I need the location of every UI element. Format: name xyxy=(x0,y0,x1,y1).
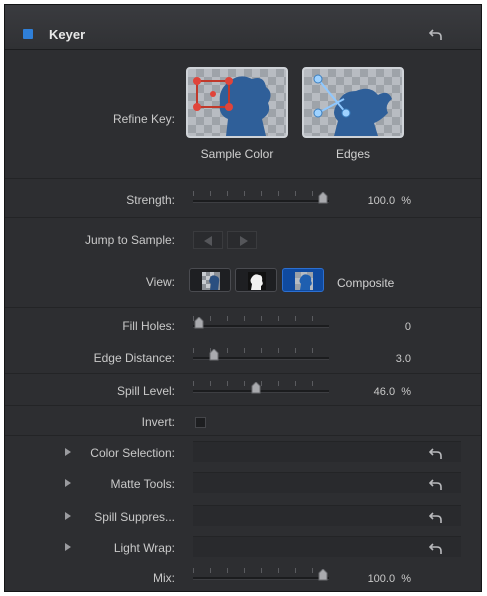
color-selection-disclosure-icon[interactable] xyxy=(65,448,71,456)
keyer-title: Keyer xyxy=(49,27,86,42)
reset-icon[interactable] xyxy=(429,477,443,491)
spill-suppression-disclosure-icon[interactable] xyxy=(65,512,71,520)
strength-slider[interactable] xyxy=(193,191,329,205)
sample-color-caption: Sample Color xyxy=(200,147,274,161)
invert-checkbox[interactable] xyxy=(195,417,206,428)
spill-level-label: Spill Level: xyxy=(116,384,175,398)
refine-key-label: Refine Key: xyxy=(112,112,175,126)
source-view-icon xyxy=(202,272,220,290)
keyer-inspector-panel: Keyer Refine Key: Sample Color Edges Str… xyxy=(4,4,482,592)
spill-suppression-row-fill xyxy=(193,505,461,526)
slider-knob[interactable] xyxy=(251,382,261,394)
slider-ticks xyxy=(193,381,329,386)
slider-track xyxy=(193,390,329,393)
slider-track xyxy=(193,200,329,203)
keyer-enable-checkbox[interactable] xyxy=(23,29,33,39)
edges-caption: Edges xyxy=(335,147,371,161)
composite-view-icon xyxy=(295,272,313,290)
matte-view-icon xyxy=(248,272,266,290)
spill-suppression-label: Spill Suppres... xyxy=(94,510,175,524)
slider-ticks xyxy=(193,191,329,196)
triangle-left-icon xyxy=(204,236,212,246)
spill-level-value[interactable]: 46.0 % xyxy=(374,386,411,398)
jump-to-sample-label: Jump to Sample: xyxy=(84,233,175,247)
slider-knob[interactable] xyxy=(318,192,328,204)
fill-holes-label: Fill Holes: xyxy=(122,319,175,333)
slider-knob[interactable] xyxy=(209,349,219,361)
view-label: View: xyxy=(145,275,175,289)
mix-label: Mix: xyxy=(153,571,175,585)
color-selection-label: Color Selection: xyxy=(90,446,175,460)
strength-label: Strength: xyxy=(126,193,175,207)
divider xyxy=(5,373,481,374)
slider-knob[interactable] xyxy=(194,317,204,329)
strength-value[interactable]: 100.0 % xyxy=(368,195,411,207)
reset-icon[interactable] xyxy=(429,27,443,41)
mix-slider[interactable] xyxy=(193,568,329,582)
next-sample-button[interactable] xyxy=(227,231,257,249)
slider-knob[interactable] xyxy=(318,569,328,581)
edge-distance-slider[interactable] xyxy=(193,348,329,362)
light-wrap-label: Light Wrap: xyxy=(113,541,175,555)
slider-track xyxy=(193,325,329,328)
mix-value[interactable]: 100.0 % xyxy=(368,573,411,585)
previous-sample-button[interactable] xyxy=(193,231,223,249)
matte-tools-disclosure-icon[interactable] xyxy=(65,479,71,487)
fill-holes-value[interactable]: 0 xyxy=(405,321,411,333)
color-selection-row-fill xyxy=(193,441,461,462)
spill-level-slider[interactable] xyxy=(193,381,329,395)
invert-label: Invert: xyxy=(141,415,175,429)
divider xyxy=(5,217,481,218)
view-matte-button[interactable] xyxy=(235,268,277,292)
view-selected-label: Composite xyxy=(337,276,395,290)
sample-color-button[interactable] xyxy=(186,67,288,138)
triangle-right-icon xyxy=(240,236,248,246)
matte-tools-label: Matte Tools: xyxy=(110,477,175,491)
light-wrap-row-fill xyxy=(193,536,461,557)
edges-button[interactable] xyxy=(302,67,404,138)
keyer-header: Keyer xyxy=(5,5,481,50)
reset-icon[interactable] xyxy=(429,510,443,524)
matte-tools-row-fill xyxy=(193,472,461,493)
divider xyxy=(5,307,481,308)
fill-holes-slider[interactable] xyxy=(193,316,329,330)
reset-icon[interactable] xyxy=(429,446,443,460)
sample-color-thumbnail xyxy=(193,76,271,136)
slider-ticks xyxy=(193,316,329,321)
slider-ticks xyxy=(193,568,329,573)
edge-distance-label: Edge Distance: xyxy=(93,351,175,365)
divider xyxy=(5,178,481,179)
slider-track xyxy=(193,577,329,580)
view-composite-button[interactable] xyxy=(282,268,324,292)
light-wrap-disclosure-icon[interactable] xyxy=(65,543,71,551)
reset-icon[interactable] xyxy=(429,541,443,555)
edge-distance-value[interactable]: 3.0 xyxy=(396,353,411,365)
divider xyxy=(5,435,481,436)
view-source-button[interactable] xyxy=(189,268,231,292)
divider xyxy=(5,405,481,406)
edges-thumbnail xyxy=(313,74,392,136)
